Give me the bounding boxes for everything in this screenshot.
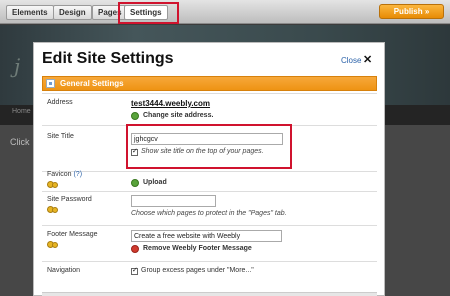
top-toolbar: Elements Design Pages Settings Publish »	[0, 0, 450, 24]
general-settings-header: General Settings	[42, 76, 377, 91]
change-address-link[interactable]: Change site address.	[143, 112, 213, 119]
navigation-label: Navigation	[47, 267, 81, 274]
address-label: Address	[47, 99, 73, 106]
group-pages-label: Group excess pages under "More..."	[141, 267, 254, 274]
site-address[interactable]: test3444.weebly.com	[131, 99, 210, 108]
site-title-input[interactable]: jghcgcv	[131, 133, 283, 145]
group-pages-checkbox[interactable]	[131, 266, 138, 275]
site-title-highlight	[126, 124, 292, 169]
dialog-title: Edit Site Settings	[42, 50, 174, 67]
footer-settings-icon	[47, 241, 60, 249]
section-title: General Settings	[60, 79, 124, 88]
show-title-checkbox[interactable]	[131, 147, 138, 156]
site-title-label: Site Title	[47, 133, 74, 140]
upload-favicon-link[interactable]: Upload	[143, 179, 167, 186]
background-site-title: j	[14, 54, 21, 78]
password-settings-icon	[47, 206, 60, 214]
footer-message-label: Footer Message	[47, 231, 98, 238]
site-password-note: Choose which pages to protect in the "Pa…	[131, 210, 287, 217]
background-body-text: Click	[10, 137, 30, 147]
favicon-settings-icon	[47, 181, 60, 189]
show-title-label: Show site title on the top of your pages…	[141, 148, 264, 155]
favicon-label-text: Favicon	[47, 171, 72, 178]
footer-message-input[interactable]: Create a free website with Weebly	[131, 230, 282, 242]
upload-icon	[131, 179, 139, 187]
site-password-label: Site Password	[47, 196, 92, 203]
favicon-help-link[interactable]: (?)	[73, 171, 82, 178]
settings-window-icon	[46, 79, 55, 88]
cog-icon	[52, 242, 58, 248]
edit-site-settings-dialog: Edit Site Settings Close ✕ General Setti…	[33, 42, 385, 296]
cog-icon	[52, 207, 58, 213]
tab-design[interactable]: Design	[53, 5, 92, 20]
background-nav-item: Home	[12, 108, 31, 115]
settings-tab-highlight	[118, 2, 179, 24]
close-link[interactable]: Close	[341, 56, 361, 65]
favicon-label: Favicon (?)	[47, 171, 82, 178]
cog-icon	[52, 182, 58, 188]
row-divider	[42, 191, 377, 192]
remove-icon	[131, 245, 139, 253]
row-divider	[42, 261, 377, 262]
tab-elements[interactable]: Elements	[6, 5, 54, 20]
remove-footer-link[interactable]: Remove Weebly Footer Message	[143, 245, 252, 252]
row-divider	[42, 225, 377, 226]
next-section-bar	[42, 292, 377, 296]
close-icon[interactable]: ✕	[363, 53, 372, 66]
site-password-input[interactable]	[131, 195, 216, 207]
change-address-icon	[131, 112, 139, 120]
publish-button[interactable]: Publish »	[379, 4, 444, 19]
row-divider	[42, 171, 377, 172]
row-divider	[42, 93, 377, 94]
